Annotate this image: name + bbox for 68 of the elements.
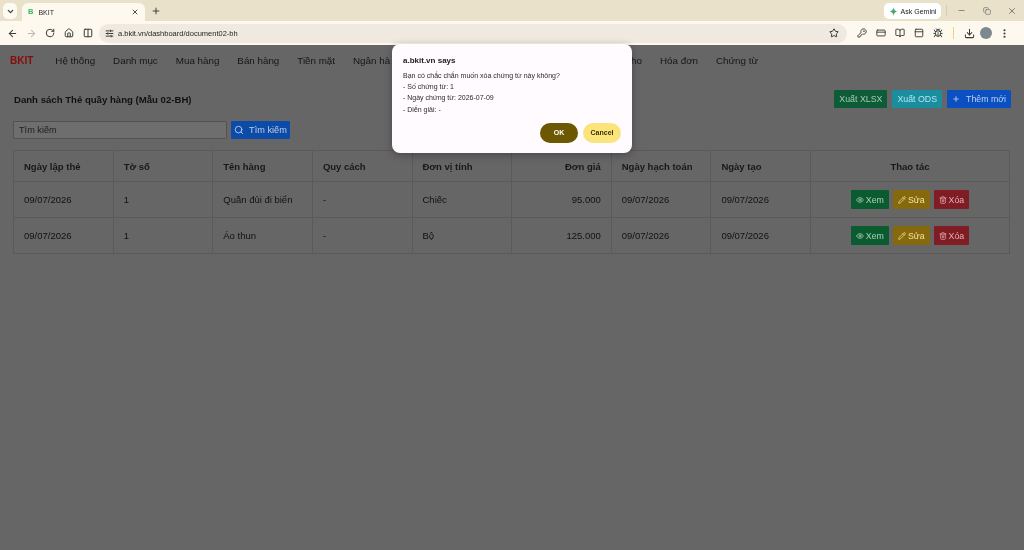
eye-icon [855,195,864,204]
column-header: Thao tác [810,150,1010,182]
table-cell: 95.000 [511,181,612,218]
tab-menu-button[interactable] [3,3,17,19]
credit-card-icon[interactable] [876,28,886,38]
table-cell: 09/07/2026 [13,181,114,218]
reload-icon[interactable] [45,28,55,38]
sparkle-icon [888,6,898,16]
nav-link[interactable]: Danh mục [113,54,158,66]
search-button[interactable]: Tìm kiếm [231,121,290,139]
export-ods-button[interactable]: Xuất ODS [892,90,942,108]
nav-link[interactable]: ho [631,54,642,66]
table-cell: 09/07/2026 [710,181,811,218]
column-header: Ngày tạo [710,150,811,182]
table-cell: Quần đùi đi biển [212,181,313,218]
table-cell: 125.000 [511,217,612,254]
dialog-title: a.bkit.vn says [403,56,457,66]
export-xlsx-button[interactable]: Xuất XLSX [834,90,888,108]
column-header: Tên hàng [212,150,313,182]
search-field[interactable]: Tìm kiếm [13,121,227,139]
book-icon[interactable] [895,28,905,38]
nav-link[interactable]: Tiền mặt [297,54,336,66]
add-button[interactable]: Thêm mới [947,90,1011,108]
panel-icon[interactable] [914,28,924,38]
delete-button[interactable]: Xóa [933,226,970,245]
table-cell: 1 [113,217,213,254]
nav-link[interactable]: Hóa đơn [660,54,698,66]
table-cell: Bộ [412,217,512,254]
nav-link[interactable]: Hệ thống [55,54,96,66]
edit-button[interactable]: Sửa [892,190,930,209]
arrow-left-icon[interactable] [6,27,18,39]
plus-icon [952,95,960,103]
table-cell: - [312,217,412,254]
table-cell: 09/07/2026 [13,217,114,254]
download-icon[interactable] [963,27,975,39]
table-cell: Chiếc [412,181,512,218]
edit-button[interactable]: Sửa [892,226,930,245]
column-header: Ngày lập thẻ [13,150,114,182]
pencil-icon [897,195,906,204]
sliders-icon[interactable] [105,28,114,38]
home-icon[interactable] [64,28,74,38]
table-cell: Áo thun [212,217,313,254]
key-icon[interactable] [857,28,867,38]
eye-icon [855,231,864,240]
page-title: Danh sách Thẻ quầy hàng (Mẫu 02-BH) [14,93,192,105]
nav-link[interactable]: Chứng từ [716,54,758,66]
view-button[interactable]: Xem [850,190,889,209]
table-cell: 1 [113,181,213,218]
star-icon[interactable] [829,28,839,38]
table-cell: 09/07/2026 [710,217,811,254]
nav-link[interactable]: Ngân hà [353,54,391,66]
pencil-icon [897,231,906,240]
table-cell: 09/07/2026 [611,217,711,254]
view-button[interactable]: Xem [850,226,889,245]
close-icon[interactable] [131,8,139,16]
plus-icon[interactable] [151,6,161,16]
columns-icon[interactable] [83,28,93,38]
bug-icon[interactable] [933,28,943,38]
trash-icon [938,195,947,204]
table-cell: 09/07/2026 [611,181,711,218]
delete-button[interactable]: Xóa [933,190,970,209]
nav-link[interactable]: Bán hàng [237,54,280,66]
column-header: Tờ số [113,150,213,182]
nav-link[interactable]: Mua hàng [175,54,220,66]
table-cell: - [312,181,412,218]
trash-icon [938,231,947,240]
avatar-icon[interactable] [980,27,992,39]
search-icon [234,125,245,135]
